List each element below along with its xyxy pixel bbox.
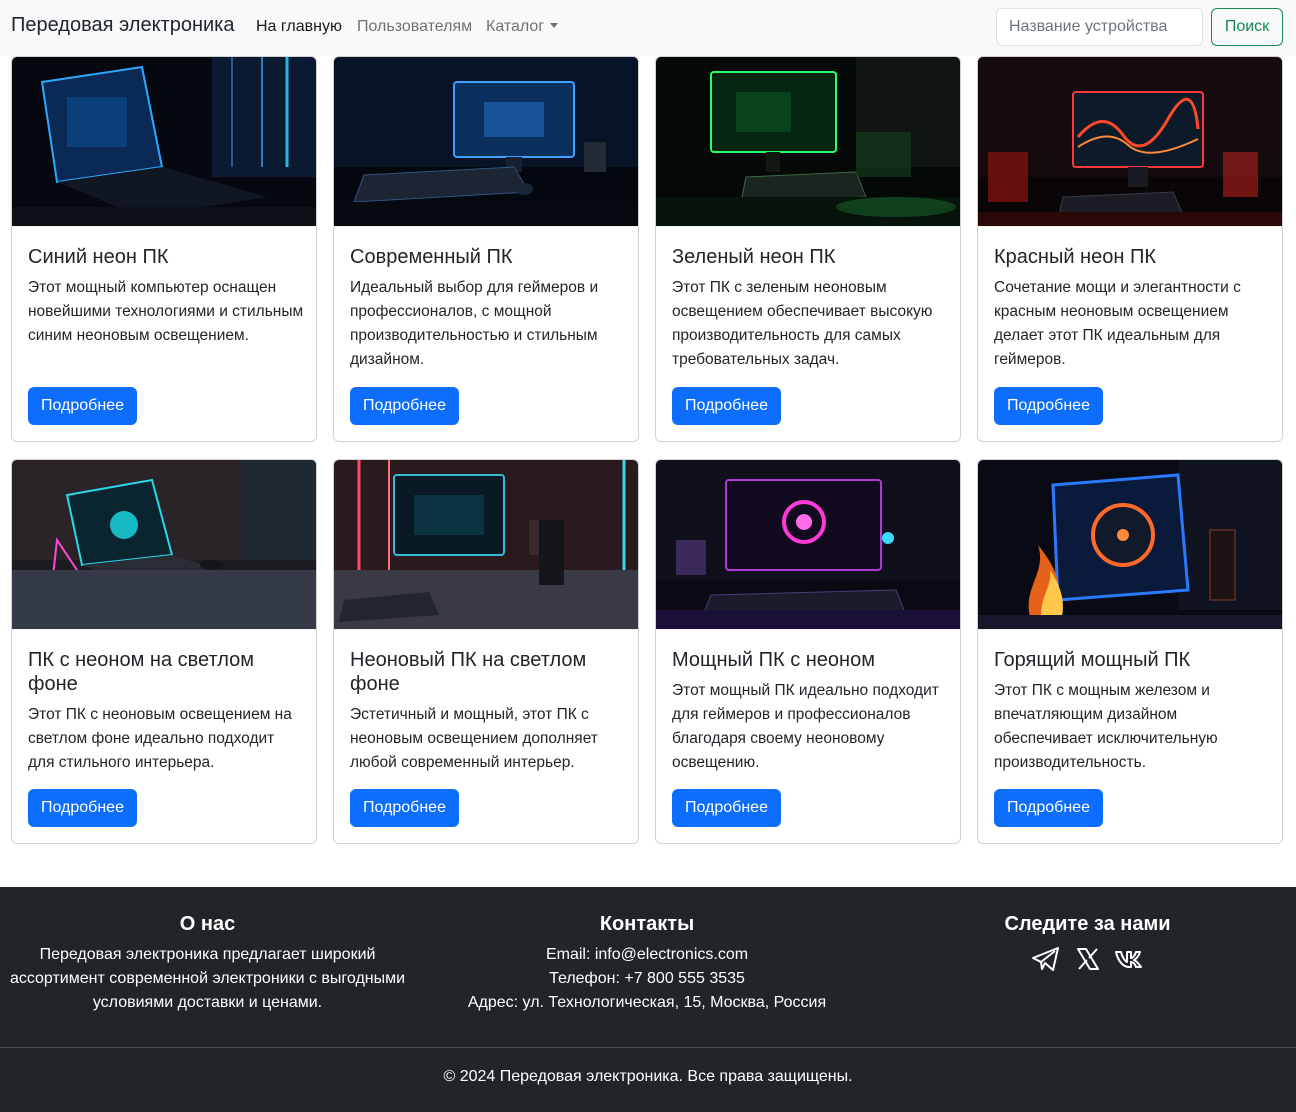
details-button[interactable]: Подробнее bbox=[672, 789, 781, 827]
footer-about-title: О нас bbox=[179, 913, 236, 935]
product-image-green-neon bbox=[656, 57, 960, 226]
product-image bbox=[978, 460, 1282, 630]
card-title: Мощный ПК с неоном bbox=[672, 649, 875, 671]
product-card: Современный ПК Идеальный выбор для гейме… bbox=[333, 56, 639, 442]
details-button[interactable]: Подробнее bbox=[350, 387, 459, 425]
details-button[interactable]: Подробнее bbox=[350, 789, 459, 827]
navbar: Передовая электроника На главную Пользов… bbox=[0, 0, 1296, 56]
nav-link-catalog-label: Каталог bbox=[486, 18, 545, 35]
search-button[interactable]: Поиск bbox=[1211, 8, 1283, 46]
card-title: Красный неон ПК bbox=[994, 246, 1156, 268]
product-image-neon-light-bg bbox=[12, 460, 316, 629]
card-title: Зеленый неон ПК bbox=[672, 246, 836, 268]
details-button[interactable]: Подробнее bbox=[672, 387, 781, 425]
footer-about-line: ассортимент современной электроники с вы… bbox=[9, 970, 406, 987]
nav-dropdown-catalog[interactable]: Каталог bbox=[486, 18, 559, 36]
brand-link[interactable]: Передовая электроника bbox=[11, 14, 234, 37]
product-card: ПК с неоном на светлом фоне Этот ПК с не… bbox=[11, 459, 317, 844]
search-input[interactable] bbox=[996, 8, 1203, 46]
footer-social-title: Следите за нами bbox=[1004, 913, 1171, 935]
product-image bbox=[12, 460, 316, 630]
footer-phone: Телефон: +7 800 555 3535 bbox=[549, 970, 745, 987]
card-text: Этот мощный ПК идеально подходит для гей… bbox=[672, 682, 939, 771]
card-text: Идеальный выбор для геймеров и профессио… bbox=[350, 279, 599, 368]
footer-contacts: Контакты Email: info@electronics.com Тел… bbox=[437, 912, 857, 1015]
footer-address: Адрес: ул. Технологическая, 15, Москва, … bbox=[467, 994, 827, 1011]
vk-icon[interactable] bbox=[1114, 943, 1146, 975]
nav-link-users[interactable]: Пользователям bbox=[357, 18, 472, 36]
footer: О нас Передовая электроника предлагает ш… bbox=[0, 887, 1296, 1112]
copyright: © 2024 Передовая электроника. Все права … bbox=[443, 1068, 853, 1085]
x-icon[interactable] bbox=[1072, 943, 1104, 975]
product-image-burning-pc bbox=[978, 460, 1282, 629]
details-button[interactable]: Подробнее bbox=[28, 387, 137, 425]
card-text: Этот ПК с зеленым неоновым освещением об… bbox=[672, 279, 933, 368]
social-links bbox=[880, 943, 1295, 975]
card-title: Современный ПК bbox=[350, 246, 513, 268]
product-card: Красный неон ПК Сочетание мощи и элегант… bbox=[977, 56, 1283, 442]
footer-contacts-title: Контакты bbox=[599, 913, 695, 935]
footer-about-line: условиями доставки и ценами. bbox=[92, 994, 323, 1011]
product-image bbox=[12, 57, 316, 227]
card-text: Сочетание мощи и элегантности с красным … bbox=[994, 279, 1241, 368]
product-image-modern-pc bbox=[334, 57, 638, 226]
product-card: Зеленый неон ПК Этот ПК с зеленым неонов… bbox=[655, 56, 961, 442]
details-button[interactable]: Подробнее bbox=[994, 387, 1103, 425]
product-card: Горящий мощный ПК Этот ПК с мощным желез… bbox=[977, 459, 1283, 844]
footer-about: О нас Передовая электроника предлагает ш… bbox=[0, 912, 415, 1015]
card-text: Этот ПК с мощным железом и впечатляющим … bbox=[994, 682, 1218, 771]
nav-link-home[interactable]: На главную bbox=[256, 18, 342, 36]
product-card: Неоновый ПК на светлом фоне Эстетичный и… bbox=[333, 459, 639, 844]
card-title: Горящий мощный ПК bbox=[994, 649, 1191, 671]
product-image-blue-neon bbox=[12, 57, 316, 226]
product-card: Синий неон ПК Этот мощный компьютер осна… bbox=[11, 56, 317, 442]
footer-social: Следите за нами bbox=[880, 912, 1295, 975]
product-card: Мощный ПК с неоном Этот мощный ПК идеаль… bbox=[655, 459, 961, 844]
card-title: ПК с неоном на светлом фоне bbox=[28, 649, 254, 695]
telegram-icon[interactable] bbox=[1030, 943, 1062, 975]
card-text: Этот мощный компьютер оснащен новейшими … bbox=[28, 279, 304, 344]
card-title: Синий неон ПК bbox=[28, 246, 169, 268]
product-image-red-neon bbox=[978, 57, 1282, 226]
product-image bbox=[334, 57, 638, 227]
footer-divider bbox=[0, 1047, 1296, 1048]
footer-email: Email: info@electronics.com bbox=[545, 946, 749, 963]
product-image bbox=[978, 57, 1282, 227]
product-image-powerful-neon bbox=[656, 460, 960, 629]
card-text: Этот ПК с неоновым освещением на светлом… bbox=[28, 706, 292, 771]
chevron-down-icon bbox=[550, 23, 559, 28]
product-image bbox=[656, 57, 960, 227]
product-image-neon-pc-light-bg bbox=[334, 460, 638, 629]
details-button[interactable]: Подробнее bbox=[28, 789, 137, 827]
details-button[interactable]: Подробнее bbox=[994, 789, 1103, 827]
card-title: Неоновый ПК на светлом фоне bbox=[350, 649, 587, 695]
product-image bbox=[656, 460, 960, 630]
card-text: Эстетичный и мощный, этот ПК с неоновым … bbox=[350, 706, 598, 771]
footer-about-line: Передовая электроника предлагает широкий bbox=[39, 946, 376, 963]
product-image bbox=[334, 460, 638, 630]
